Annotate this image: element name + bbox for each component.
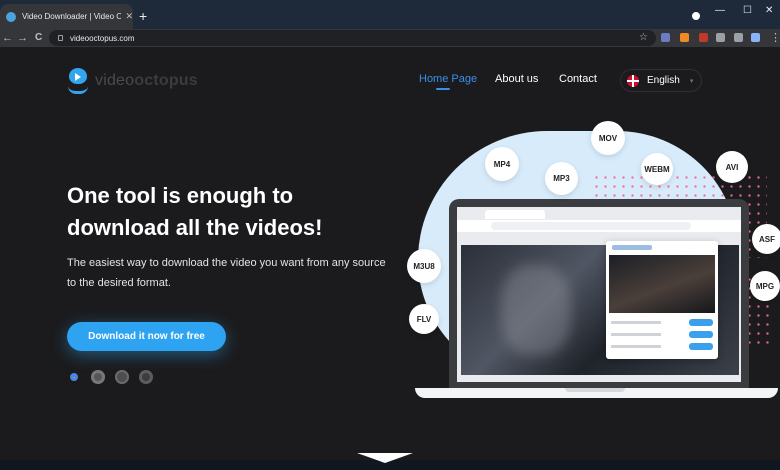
language-label: English [647, 75, 680, 86]
format-bubble-webm: WEBM [641, 153, 673, 185]
media-indicator-icon[interactable] [692, 12, 700, 20]
reading-list-icon[interactable] [734, 33, 743, 42]
edge-icon[interactable] [139, 370, 153, 384]
format-bubble-mpg: MPG [750, 271, 780, 301]
format-bubble-asf: ASF [752, 224, 780, 254]
hero-headline: One tool is enough to download all the v… [67, 183, 323, 240]
reload-button[interactable]: C [35, 31, 42, 45]
window-close-button[interactable]: ✕ [765, 5, 773, 16]
browser-tab[interactable]: Video Downloader | Video Octo ✕ [0, 4, 133, 29]
back-button[interactable]: ← [2, 31, 13, 45]
format-bubble-m3u8: M3U8 [407, 249, 441, 283]
minimize-button[interactable]: — [715, 5, 725, 16]
browser-window: Video Downloader | Video Octo ✕ + — ☐ ✕ … [0, 0, 780, 470]
browser-toolbar: ← → C videooctopus.com ☆ ⋮ [0, 29, 780, 47]
tab-strip: Video Downloader | Video Octo ✕ + — ☐ ✕ [0, 0, 780, 29]
laptop-notch [565, 388, 625, 392]
format-bubble-flv: FLV [409, 304, 439, 334]
uk-flag-icon [627, 74, 639, 87]
extension-icon[interactable] [699, 33, 708, 42]
format-bubble-avi: AVI [716, 151, 748, 183]
new-tab-button[interactable]: + [139, 9, 147, 23]
rss-extension-icon[interactable] [680, 33, 689, 42]
bookmark-star-icon[interactable]: ☆ [639, 32, 648, 43]
logo-wordmark: videooctopus [95, 72, 198, 89]
site-logo[interactable]: videooctopus [67, 68, 198, 94]
browser-menu-icon[interactable]: ⋮ [770, 31, 780, 45]
format-bubble-mp3: MP3 [545, 162, 578, 195]
puzzle-extensions-icon[interactable] [716, 33, 725, 42]
format-bubble-mov: MOV [591, 121, 625, 155]
scroll-down-arrow-icon[interactable] [357, 453, 413, 463]
web-page: videooctopus Home Page About us Contact … [0, 47, 780, 460]
extension-icon[interactable] [661, 33, 670, 42]
tab-title: Video Downloader | Video Octo [21, 12, 122, 21]
octopus-favicon-icon [6, 11, 16, 22]
download-now-button[interactable]: Download it now for free [67, 322, 226, 351]
address-bar[interactable]: videooctopus.com ☆ [49, 30, 656, 46]
safari-icon[interactable] [115, 370, 129, 384]
laptop-illustration [449, 199, 749, 389]
tab-close-icon[interactable]: ✕ [125, 11, 133, 22]
nav-active-indicator [436, 88, 450, 90]
nav-contact[interactable]: Contact [559, 73, 597, 85]
firefox-icon[interactable] [91, 370, 105, 384]
chrome-icon[interactable] [67, 370, 81, 384]
forward-button[interactable]: → [17, 31, 28, 45]
chevron-down-icon: ▾ [689, 77, 694, 85]
octopus-logo-icon [67, 68, 89, 94]
language-selector[interactable]: English ▾ [620, 69, 702, 92]
laptop-screen [457, 207, 741, 382]
extension-icon[interactable] [751, 33, 760, 42]
nav-home-page[interactable]: Home Page [419, 73, 477, 85]
lock-icon [58, 35, 63, 41]
taskbar-strip [0, 453, 780, 470]
nav-about-us[interactable]: About us [495, 73, 538, 85]
hero-subtext: The easiest way to download the video yo… [67, 257, 386, 289]
extension-popup-preview [606, 241, 718, 359]
address-url[interactable]: videooctopus.com [70, 34, 134, 43]
maximize-button[interactable]: ☐ [743, 5, 752, 16]
format-bubble-mp4: MP4 [485, 147, 519, 181]
